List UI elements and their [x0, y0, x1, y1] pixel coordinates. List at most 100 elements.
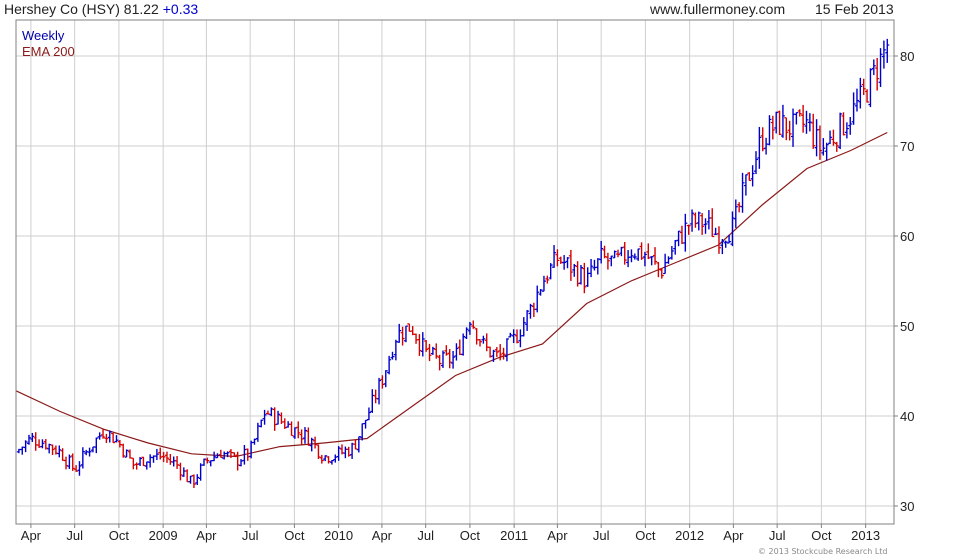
- price-bar: [481, 335, 486, 344]
- price-bar: [568, 249, 573, 281]
- price-bar: [780, 104, 785, 138]
- price-bar: [743, 174, 748, 196]
- price-bar: [777, 110, 782, 136]
- x-tick-label: 2010: [324, 528, 353, 543]
- price-bar: [400, 326, 405, 346]
- price-bar: [265, 410, 270, 415]
- y-tick-label: 80: [900, 49, 914, 64]
- x-tick-label: 2013: [851, 528, 880, 543]
- y-tick-label: 30: [900, 499, 914, 514]
- price-bar: [679, 225, 684, 245]
- price-bar: [131, 457, 136, 470]
- price-bar: [622, 241, 627, 265]
- price-bar: [484, 333, 489, 352]
- price-bar: [185, 469, 190, 483]
- price-bar: [750, 165, 755, 187]
- price-bar: [440, 350, 445, 368]
- y-tick-label: 60: [900, 229, 914, 244]
- x-tick-label: 2009: [149, 528, 178, 543]
- price-bar: [740, 172, 745, 213]
- price-bar: [296, 421, 301, 439]
- price-bar: [144, 461, 149, 470]
- price-bar: [427, 343, 432, 362]
- price-bar: [40, 439, 45, 449]
- price-bar: [57, 445, 62, 458]
- price-bar: [653, 247, 658, 265]
- price-bar: [716, 226, 721, 254]
- price-bar: [461, 333, 466, 356]
- price-bar: [299, 429, 304, 446]
- price-bar: [848, 116, 853, 135]
- price-bar: [178, 462, 183, 481]
- price-bar: [868, 68, 873, 108]
- x-tick-label: Jul: [769, 528, 786, 543]
- price-bar: [255, 422, 260, 442]
- price-bar: [562, 255, 567, 270]
- price-bar: [154, 448, 159, 460]
- price-bar: [467, 321, 472, 335]
- price-bar: [875, 57, 880, 91]
- price-bar: [548, 263, 553, 280]
- price-bar: [626, 250, 631, 268]
- price-bar: [50, 444, 55, 456]
- price-bar: [360, 423, 365, 441]
- price-bar: [198, 463, 203, 481]
- price-bar: [121, 443, 126, 458]
- price-bar: [26, 434, 31, 445]
- price-bar: [377, 377, 382, 405]
- price-bar: [397, 323, 402, 343]
- price-bar: [218, 449, 223, 459]
- price-bar: [363, 419, 368, 429]
- price-bar: [403, 325, 408, 343]
- price-bar: [451, 350, 456, 369]
- price-bar: [693, 212, 698, 228]
- price-bar: [508, 332, 513, 338]
- price-bar: [858, 77, 863, 109]
- legend-ema: EMA 200: [22, 44, 75, 59]
- price-bar: [373, 389, 378, 404]
- price-bar: [175, 455, 180, 469]
- price-bar: [181, 467, 186, 477]
- price-bar: [552, 245, 557, 268]
- price-bar: [417, 334, 422, 356]
- price-bar: [67, 454, 72, 469]
- price-bar: [235, 451, 240, 471]
- price-bar: [531, 302, 536, 318]
- copyright-text: © 2013 Stockcube Research Ltd: [758, 547, 888, 556]
- price-bar: [336, 446, 341, 461]
- x-tick-label: Apr: [21, 528, 42, 543]
- plot-frame: [15, 19, 895, 525]
- price-bar: [70, 453, 75, 471]
- price-bar: [642, 251, 647, 267]
- price-chart: 304050607080 Apr Jul Oct 2009 Apr Jul Oct 2010 A…: [15, 19, 914, 556]
- price-bar: [424, 340, 429, 352]
- price-bar: [43, 439, 48, 450]
- price-bar: [733, 199, 738, 228]
- price-bar: [696, 211, 701, 231]
- price-bar: [104, 433, 109, 444]
- price-bar: [302, 427, 307, 444]
- grid-lines: [16, 20, 894, 524]
- price-bar: [168, 453, 173, 465]
- x-tick-label: Apr: [547, 528, 568, 543]
- price-bar: [784, 117, 789, 141]
- y-tick-label: 50: [900, 319, 914, 334]
- price-bar: [663, 253, 668, 275]
- price-bar: [595, 258, 600, 275]
- price-bar: [690, 209, 695, 232]
- price-bars: [16, 38, 890, 489]
- price-bar: [212, 451, 217, 462]
- price-bar: [269, 407, 274, 417]
- price-bar: [578, 264, 583, 285]
- price-bar: [720, 238, 725, 255]
- price-bar: [474, 328, 479, 345]
- price-bar: [504, 338, 509, 362]
- price-bar: [33, 432, 38, 451]
- price-bar: [208, 460, 213, 467]
- price-bar: [437, 354, 442, 371]
- ema-200-line: [15, 131, 888, 458]
- price-bar: [148, 454, 153, 468]
- price-bar: [814, 119, 819, 157]
- price-bar: [811, 113, 816, 149]
- price-bar: [673, 239, 678, 255]
